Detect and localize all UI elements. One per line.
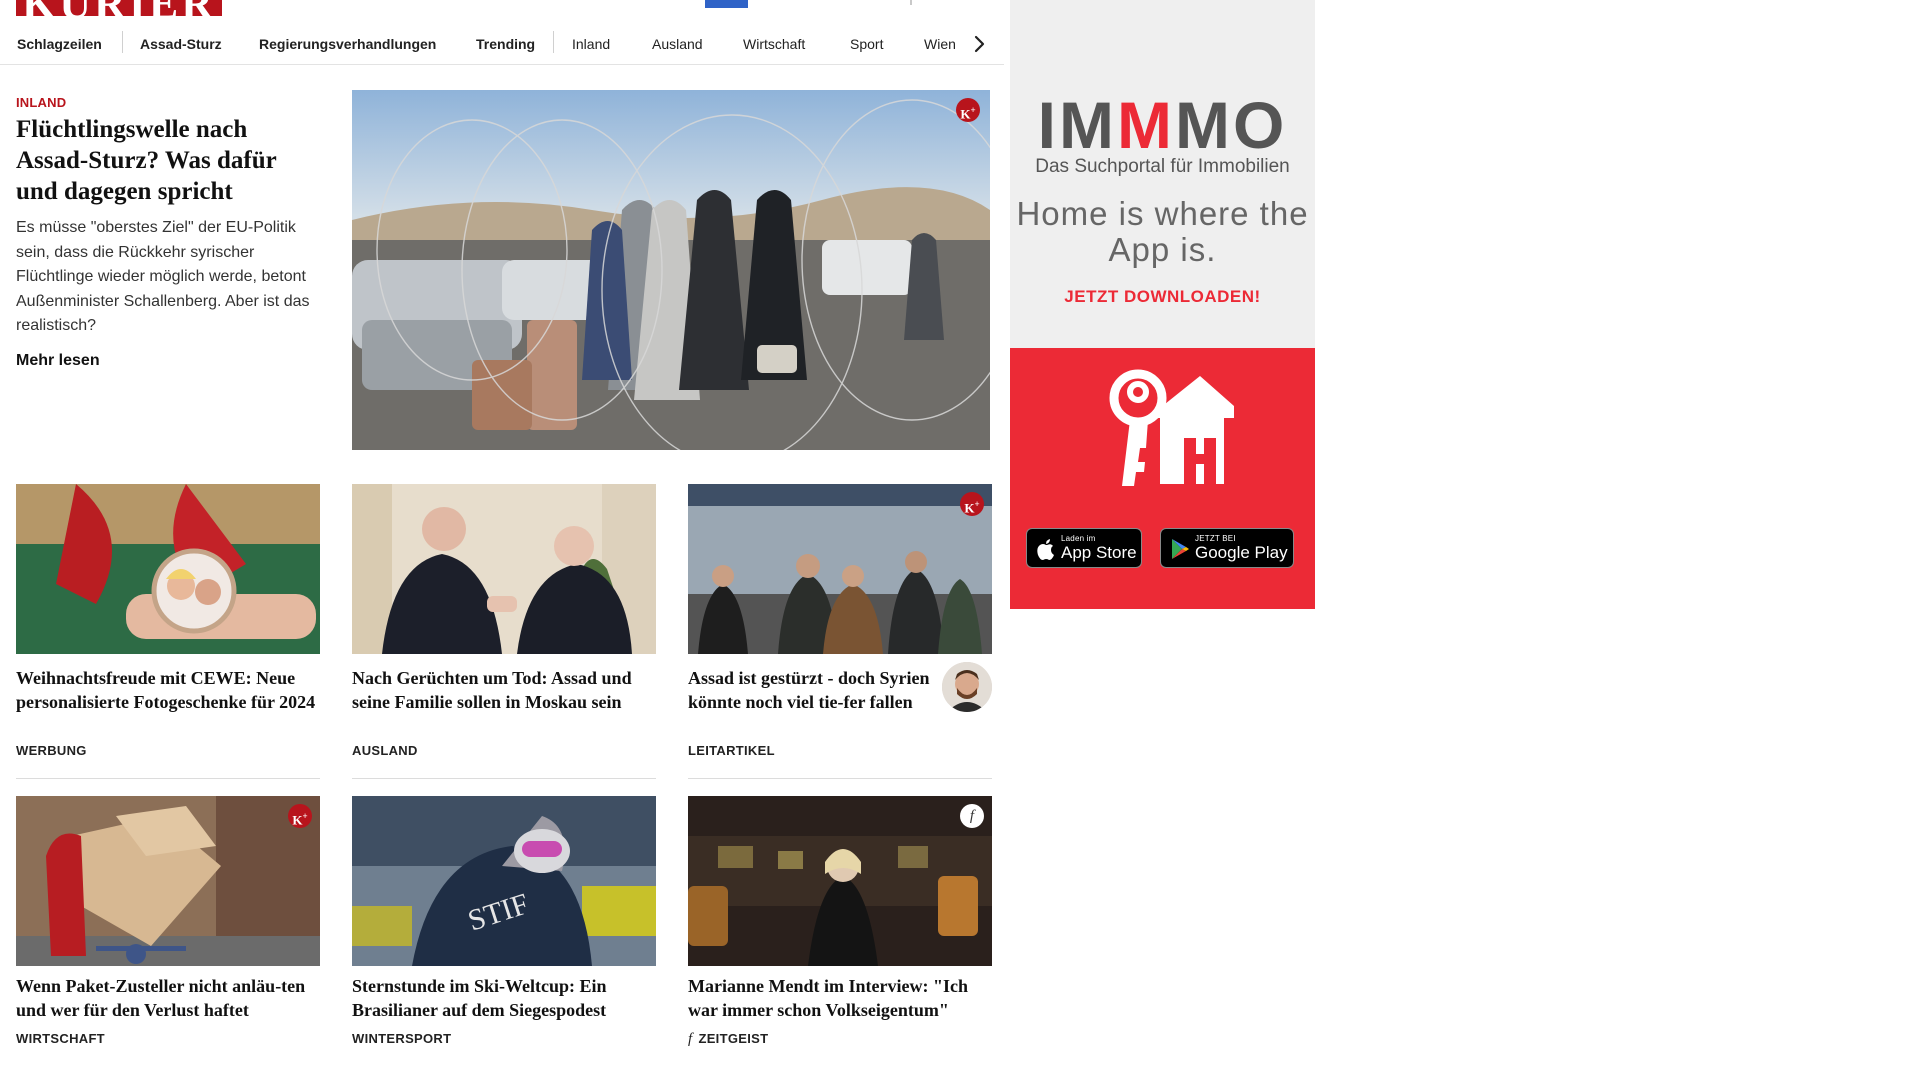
lead-category[interactable]: INLAND (16, 95, 66, 110)
card-divider (352, 778, 656, 779)
article-title[interactable]: Nach Gerüchten um Tod: Assad und seine F… (352, 666, 656, 714)
article-thumbnail (688, 484, 992, 654)
app-store-button[interactable]: Laden im App Store (1026, 528, 1142, 568)
key-house-icon (1109, 369, 1234, 486)
ad-download-cta[interactable]: JETZT DOWNLOADEN! (1010, 287, 1315, 307)
kurier-logo[interactable]: KURIER (16, 0, 222, 16)
article-category: WIRTSCHAFT (16, 1031, 105, 1046)
app-store-label: App Store (1061, 543, 1137, 562)
zeitgeist-f-icon: f (960, 804, 984, 828)
lead-photo (352, 90, 990, 450)
nav-item-ausland[interactable]: Ausland (652, 24, 703, 64)
nav-divider (553, 31, 554, 53)
immmo-logo: IMMMO (1037, 88, 1288, 162)
nav-item-wirtschaft[interactable]: Wirtschaft (743, 24, 805, 64)
article-title[interactable]: Sternstunde im Ski-Weltcup: Ein Brasilia… (352, 974, 656, 1022)
apple-icon (1037, 539, 1054, 560)
google-play-button[interactable]: JETZT BEI Google Play (1160, 528, 1294, 568)
article-category-row: f ZEITGEIST (688, 1031, 768, 1048)
article-thumbnail (352, 484, 656, 654)
article-thumbnail: STIF (352, 796, 656, 966)
article-title[interactable]: Assad ist gestürzt - doch Syrien könnte … (688, 666, 932, 714)
nav-item-trending[interactable]: Trending (476, 24, 535, 64)
header-accent-tab[interactable] (705, 0, 748, 8)
article-title[interactable]: Weihnachtsfreude mit CEWE: Neue personal… (16, 666, 320, 714)
article-thumbnail (16, 796, 320, 966)
nav-item-wien[interactable]: Wien (924, 24, 956, 64)
article-category: WERBUNG (16, 743, 87, 758)
nav-item-assad-sturz[interactable]: Assad-Sturz (140, 24, 222, 64)
nav-item-sport[interactable]: Sport (850, 24, 883, 64)
card-divider (688, 778, 992, 779)
google-play-small-label: JETZT BEI (1195, 534, 1236, 543)
google-play-icon (1172, 539, 1189, 559)
ad-tagline: Das Suchportal für Immobilien (1035, 156, 1290, 177)
article-category: ZEITGEIST (698, 1031, 769, 1046)
chevron-right-icon (974, 35, 985, 53)
nav-item-inland[interactable]: Inland (572, 24, 610, 64)
article-title[interactable]: Wenn Paket-Zusteller nicht anläu-ten und… (16, 974, 320, 1022)
nav-item-regierungsverhandlungen[interactable]: Regierungsverhandlungen (259, 24, 436, 64)
nav-item-schlagzeilen[interactable]: Schlagzeilen (17, 24, 102, 64)
article-category: LEITARTIKEL (688, 743, 775, 758)
lead-photo-border-crossing[interactable]: K+ (352, 90, 990, 450)
article-title[interactable]: Marianne Mendt im Interview: "Ich war im… (688, 974, 992, 1022)
read-more-link[interactable]: Mehr lesen (16, 352, 100, 370)
app-store-small-label: Laden im (1061, 534, 1096, 543)
kplus-premium-icon: K+ (960, 492, 984, 516)
article-thumbnail (688, 796, 992, 966)
kplus-premium-icon: K+ (956, 98, 980, 122)
main-navigation: Schlagzeilen Assad-Sturz Regierungsverha… (0, 24, 1004, 65)
kplus-premium-icon: K+ (288, 804, 312, 828)
google-play-label: Google Play (1195, 543, 1288, 562)
article-category: WINTERSPORT (352, 1031, 452, 1046)
nav-divider (122, 31, 123, 53)
ad-headline: Home is where the App is. (1016, 195, 1309, 268)
nav-scroll-right-button[interactable] (966, 32, 992, 56)
author-avatar[interactable] (942, 662, 992, 712)
zeitgeist-f-icon: f (688, 1031, 693, 1047)
article-thumbnail (16, 484, 320, 654)
lead-headline[interactable]: Flüchtlingswelle nach Assad-Sturz? Was d… (16, 114, 316, 207)
article-category: AUSLAND (352, 743, 418, 758)
card-divider (16, 778, 320, 779)
header-divider-mark (910, 0, 912, 5)
lead-teaser: Es müsse "oberstes Ziel" der EU-Politik … (16, 219, 310, 334)
immmo-advertisement[interactable]: IMMMO Das Suchportal für Immobilien Home… (1010, 0, 1315, 609)
